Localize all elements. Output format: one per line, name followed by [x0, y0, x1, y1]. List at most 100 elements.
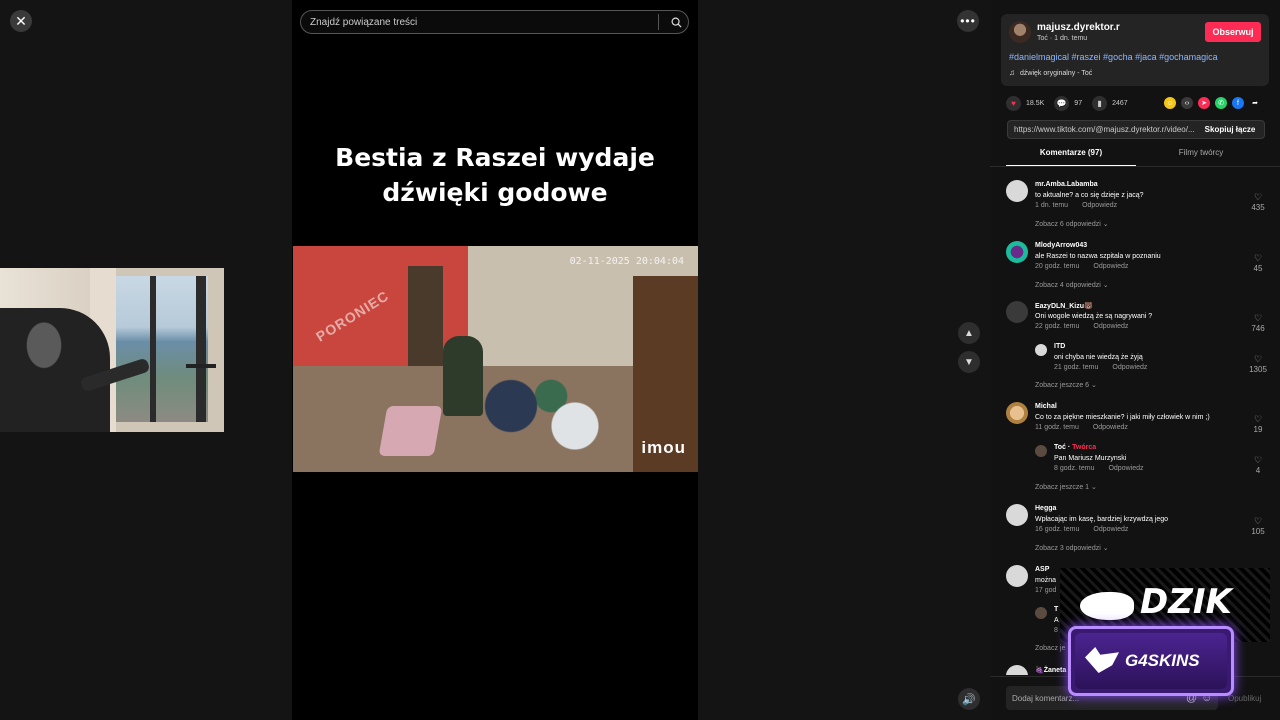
comment-like[interactable]: ♡ 1305: [1248, 354, 1268, 374]
sound-link[interactable]: ♫ dźwięk oryginalny - Toć: [1009, 68, 1092, 77]
search-separator: [658, 14, 659, 30]
reply-button[interactable]: Odpowiedz: [1093, 263, 1128, 270]
comment-author[interactable]: 🍇Żaneta: [1035, 666, 1066, 674]
cctv-footage: 02-11-2025 20:04:04 PORONIEC imou: [293, 246, 698, 472]
author-meta: Toć · 1 dn. temu: [1037, 35, 1088, 42]
comment-text: Oni wogole wiedzą że są nagrywani ?: [1035, 313, 1153, 320]
facebook-icon[interactable]: f: [1232, 97, 1244, 109]
view-replies-button[interactable]: Zobacz 4 odpowiedzi ⌄: [1035, 281, 1109, 289]
save-count: 2467: [1112, 99, 1128, 107]
comment-like[interactable]: ♡ 105: [1248, 516, 1268, 536]
save-action[interactable]: ▮ 2467: [1092, 95, 1128, 111]
post-comment-button[interactable]: Opublikuj: [1228, 694, 1261, 703]
view-replies-button[interactable]: Zobacz 6 odpowiedzi ⌄: [1035, 220, 1109, 228]
search-icon[interactable]: [665, 17, 687, 28]
comment-meta: 17 god: [1035, 587, 1057, 594]
avatar[interactable]: [1035, 344, 1047, 356]
music-note-icon: ♫: [1009, 68, 1015, 77]
comment-author[interactable]: mr.Amba.Labamba: [1035, 181, 1098, 188]
comment-meta: 22 godz. temu Odpowiedz: [1035, 323, 1129, 330]
heart-outline-icon: ♡: [1253, 414, 1263, 424]
boar-logo-icon: [1080, 592, 1134, 620]
view-more-replies-button[interactable]: Zobacz jeszcze 6 ⌄: [1035, 381, 1097, 389]
reply-button[interactable]: Odpowiedz: [1093, 526, 1128, 533]
avatar[interactable]: [1006, 565, 1028, 587]
comment-text: ale Raszei to nazwa szpitala w poznaniu: [1035, 253, 1161, 260]
avatar[interactable]: [1006, 402, 1028, 424]
view-replies-button[interactable]: Zobacz 3 odpowiedzi ⌄: [1035, 544, 1109, 552]
share-buttons: ☺ ‹› ➤ ✆ f ➦: [1164, 97, 1266, 109]
comment-author[interactable]: Michal: [1035, 403, 1057, 410]
panel-tabs: Komentarze (97) Filmy twórcy: [1006, 148, 1268, 166]
follow-button[interactable]: Obserwuj: [1205, 22, 1261, 42]
avatar[interactable]: [1035, 445, 1047, 457]
creator-badge: Twórca: [1072, 444, 1097, 451]
imou-logo: imou: [641, 438, 686, 457]
reply-button[interactable]: Odpowiedz: [1108, 465, 1143, 472]
close-icon: ✕: [15, 12, 27, 29]
more-options-button[interactable]: •••: [957, 10, 979, 32]
tab-comments[interactable]: Komentarze (97): [1006, 148, 1136, 166]
comment-author[interactable]: ASP: [1035, 566, 1049, 573]
friends-share-icon[interactable]: ☺: [1164, 97, 1176, 109]
reply-button[interactable]: Odpowiedz: [1082, 202, 1117, 209]
comment-author[interactable]: Hegga: [1035, 505, 1056, 512]
close-button[interactable]: ✕: [10, 10, 32, 32]
share-link-box: https://www.tiktok.com/@majusz.dyrektor.…: [1007, 120, 1265, 139]
comment-author[interactable]: Toć · Twórca: [1054, 444, 1096, 451]
reply-button[interactable]: Odpowiedz: [1093, 323, 1128, 330]
comment-like[interactable]: ♡ 746: [1248, 313, 1268, 333]
search-input[interactable]: [310, 16, 658, 28]
next-video-button[interactable]: ▼: [958, 351, 980, 373]
comment-like[interactable]: ♡ 19: [1248, 414, 1268, 434]
comment-author[interactable]: MlodyArrow043: [1035, 242, 1087, 249]
send-icon[interactable]: ➤: [1198, 97, 1210, 109]
heart-outline-icon: ♡: [1253, 253, 1263, 263]
avatar[interactable]: [1006, 504, 1028, 526]
comment-action[interactable]: 💬 97: [1054, 95, 1082, 111]
comment-meta: 8 godz. temu Odpowiedz: [1054, 465, 1144, 472]
comment-text: to aktualne? a co się dzieje z jacą?: [1035, 192, 1144, 199]
comment-like[interactable]: ♡ 45: [1248, 253, 1268, 273]
chevron-down-icon: ▼: [964, 356, 974, 368]
heart-icon: ♥: [1006, 95, 1021, 111]
comment-like[interactable]: ♡ 4: [1248, 455, 1268, 475]
avatar[interactable]: [1035, 607, 1047, 619]
ellipsis-icon: •••: [960, 14, 976, 28]
related-search-bar[interactable]: [300, 10, 689, 34]
volume-button[interactable]: 🔊: [958, 688, 980, 710]
comment-author[interactable]: EazyDLN_Kizu🐻: [1035, 302, 1093, 310]
view-more-replies-button[interactable]: Zobacz je: [1035, 645, 1065, 652]
author-avatar[interactable]: [1009, 21, 1031, 43]
comment-text: Co to za piękne mieszkanie? i jaki miły …: [1035, 414, 1210, 421]
previous-video-button[interactable]: ▲: [958, 322, 980, 344]
heart-outline-icon: ♡: [1253, 354, 1263, 364]
avatar[interactable]: [1006, 180, 1028, 202]
comment-author[interactable]: ITD: [1054, 343, 1065, 350]
avatar[interactable]: [1006, 241, 1028, 263]
comment-meta: 16 godz. temu Odpowiedz: [1035, 526, 1129, 533]
whatsapp-icon[interactable]: ✆: [1215, 97, 1227, 109]
embed-icon[interactable]: ‹›: [1181, 97, 1193, 109]
comment-text: Wpłacając im kasę, bardziej krzywdzą jeg…: [1035, 516, 1169, 523]
engagement-bar: ♥ 18.5K 💬 97 ▮ 2467: [1006, 95, 1138, 111]
tab-creator-videos[interactable]: Filmy twórcy: [1136, 148, 1266, 166]
author-name[interactable]: majusz.dyrektor.r: [1037, 22, 1120, 33]
reply-button[interactable]: Odpowiedz: [1093, 424, 1128, 431]
view-more-replies-button[interactable]: Zobacz jeszcze 1 ⌄: [1035, 483, 1097, 491]
cctv-timestamp: 02-11-2025 20:04:04: [569, 256, 684, 267]
sound-label: dźwięk oryginalny - Toć: [1020, 70, 1093, 77]
comment-like[interactable]: ♡ 435: [1248, 192, 1268, 212]
like-action[interactable]: ♥ 18.5K: [1006, 95, 1044, 111]
avatar[interactable]: [1006, 301, 1028, 323]
share-url[interactable]: https://www.tiktok.com/@majusz.dyrektor.…: [1008, 125, 1196, 134]
heart-outline-icon: ♡: [1253, 192, 1263, 202]
comment-meta: 21 godz. temu Odpowiedz: [1054, 364, 1148, 371]
reply-button[interactable]: Odpowiedz: [1112, 364, 1147, 371]
avatar[interactable]: [1006, 665, 1028, 675]
dzik-logo-text: DZIK: [1140, 582, 1232, 622]
share-arrow-icon[interactable]: ➦: [1249, 97, 1261, 109]
copy-link-button[interactable]: Skopiuj łącze: [1196, 125, 1264, 134]
hashtags[interactable]: #danielmagical #raszei #gocha #jaca #goc…: [1009, 52, 1218, 62]
comment-author[interactable]: T: [1054, 606, 1058, 613]
